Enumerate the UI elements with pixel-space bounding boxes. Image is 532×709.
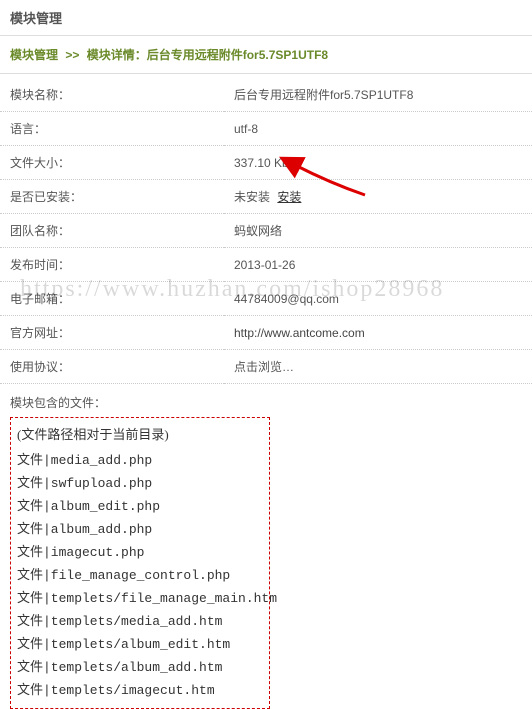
file-line: 文件|album_edit.php	[17, 493, 263, 516]
file-section-title: 模块包含的文件：	[10, 388, 532, 417]
file-section: 模块包含的文件： (文件路径相对于当前目录) 文件|media_add.php文…	[0, 384, 532, 709]
breadcrumb-detail: 模块详情：后台专用远程附件for5.7SP1UTF8	[87, 48, 328, 62]
label-date: 发布时间：	[0, 248, 224, 282]
label-lang: 语言：	[0, 112, 224, 146]
file-line: 文件|templets/album_add.htm	[17, 654, 263, 677]
label-site: 官方网址：	[0, 316, 224, 350]
breadcrumb-root-link[interactable]: 模块管理	[10, 48, 58, 62]
value-size: 337.10 Kb	[224, 146, 532, 180]
file-line: 文件|media_add.php	[17, 447, 263, 470]
row-lang: 语言： utf-8	[0, 112, 532, 146]
file-line: 文件|album_add.php	[17, 516, 263, 539]
file-line: 文件|templets/media_add.htm	[17, 608, 263, 631]
value-team: 蚂蚁网络	[224, 214, 532, 248]
row-date: 发布时间： 2013-01-26	[0, 248, 532, 282]
row-protocol: 使用协议： 点击浏览…	[0, 350, 532, 384]
row-site: 官方网址： http://www.antcome.com	[0, 316, 532, 350]
install-status: 未安装	[234, 190, 270, 204]
value-name: 后台专用远程附件for5.7SP1UTF8	[224, 78, 532, 112]
site-link[interactable]: http://www.antcome.com	[234, 326, 365, 340]
file-list: 文件|media_add.php文件|swfupload.php文件|album…	[17, 447, 263, 700]
file-line: 文件|imagecut.php	[17, 539, 263, 562]
file-box: (文件路径相对于当前目录) 文件|media_add.php文件|swfuplo…	[10, 417, 270, 709]
file-line: 文件|swfupload.php	[17, 470, 263, 493]
value-site: http://www.antcome.com	[224, 316, 532, 350]
label-installed: 是否已安装：	[0, 180, 224, 214]
row-installed: 是否已安装： 未安装 安装	[0, 180, 532, 214]
breadcrumb-separator: >>	[65, 48, 79, 62]
value-lang: utf-8	[224, 112, 532, 146]
file-line: 文件|templets/imagecut.htm	[17, 677, 263, 700]
page-title: 模块管理	[0, 0, 532, 36]
row-size: 文件大小： 337.10 Kb	[0, 146, 532, 180]
label-email: 电子邮箱：	[0, 282, 224, 316]
value-date: 2013-01-26	[224, 248, 532, 282]
file-line: 文件|templets/album_edit.htm	[17, 631, 263, 654]
row-team: 团队名称： 蚂蚁网络	[0, 214, 532, 248]
row-name: 模块名称： 后台专用远程附件for5.7SP1UTF8	[0, 78, 532, 112]
value-installed: 未安装 安装	[224, 180, 532, 214]
protocol-link[interactable]: 点击浏览…	[234, 360, 294, 374]
label-name: 模块名称：	[0, 78, 224, 112]
install-link[interactable]: 安装	[277, 190, 301, 204]
file-note: (文件路径相对于当前目录)	[17, 422, 263, 447]
file-line: 文件|templets/file_manage_main.htm	[17, 585, 263, 608]
label-team: 团队名称：	[0, 214, 224, 248]
value-email: 44784009@qq.com	[224, 282, 532, 316]
value-protocol: 点击浏览…	[224, 350, 532, 384]
label-protocol: 使用协议：	[0, 350, 224, 384]
row-email: 电子邮箱： 44784009@qq.com	[0, 282, 532, 316]
breadcrumb: 模块管理 >> 模块详情：后台专用远程附件for5.7SP1UTF8	[0, 36, 532, 74]
label-size: 文件大小：	[0, 146, 224, 180]
module-info-table: 模块名称： 后台专用远程附件for5.7SP1UTF8 语言： utf-8 文件…	[0, 78, 532, 384]
file-line: 文件|file_manage_control.php	[17, 562, 263, 585]
